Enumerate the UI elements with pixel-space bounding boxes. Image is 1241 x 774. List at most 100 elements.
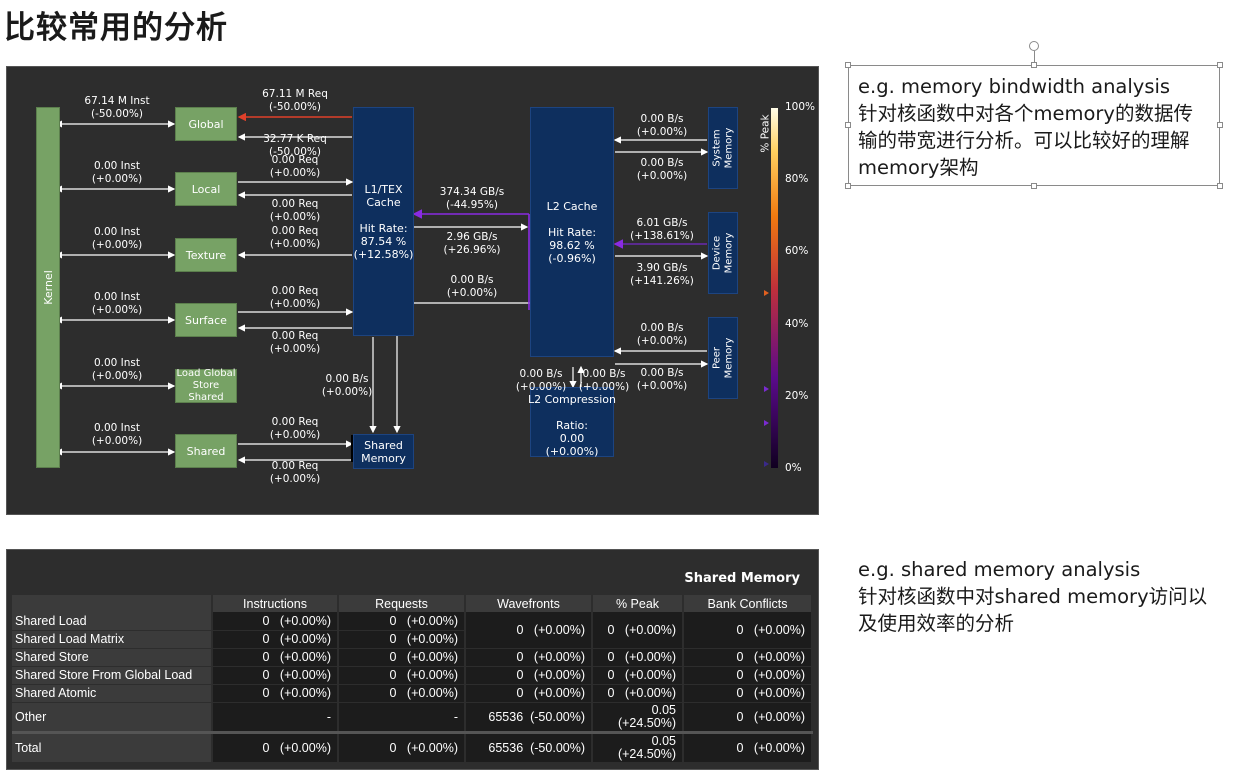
cell-bank-conflicts: 0 (+0.00%): [683, 666, 813, 685]
req-local-store-label: 0.00 Req (+0.00%): [269, 198, 321, 223]
cell-requests: 0 (+0.00%): [338, 684, 466, 703]
peer-memory-label: Peer Memory: [711, 337, 735, 379]
row-label: Shared Load: [12, 612, 213, 631]
l2-cache-label: L2 Cache Hit Rate: 98.62 % (-0.96%): [546, 199, 598, 265]
inst-shared-label: 0.00 Inst (+0.00%): [91, 422, 143, 447]
device-memory-label: Device Memory: [711, 232, 735, 274]
cell-bank-conflicts: 0 (+0.00%): [683, 612, 813, 649]
cell-bank-conflicts: 0 (+0.00%): [683, 648, 813, 667]
header-wavefronts[interactable]: Wavefronts: [465, 595, 593, 612]
unit-texture-label: Texture: [185, 248, 227, 262]
slide-title: 比较常用的分析: [4, 10, 228, 46]
resize-handle-bl[interactable]: [845, 183, 851, 189]
cell-instructions: 0 (+0.00%): [212, 666, 339, 685]
header-instructions[interactable]: Instructions: [212, 595, 339, 612]
req-local-load-label: 0.00 Req (+0.00%): [269, 154, 321, 179]
l2-compression[interactable]: L2 Compression Ratio: 0.00 (+0.00%): [528, 387, 616, 458]
resize-handle-mr[interactable]: [1217, 122, 1223, 128]
table-row: Shared Store 0 (+0.00%) 0 (+0.00%) 0 (+0…: [12, 648, 813, 667]
device-memory[interactable]: Device Memory: [708, 212, 738, 294]
header-bank-conflicts[interactable]: Bank Conflicts: [683, 595, 813, 612]
req-surface-store-label: 0.00 Req (+0.00%): [269, 330, 321, 355]
l2-cache[interactable]: L2 Cache Hit Rate: 98.62 % (-0.96%): [530, 107, 614, 357]
table-row: Shared Load 0 (+0.00%) 0 (+0.00%) 0 (+0.…: [12, 612, 813, 649]
row-label: Shared Atomic: [12, 684, 213, 703]
cell-requests: 0 (+0.00%): [338, 630, 466, 649]
resize-handle-br[interactable]: [1217, 183, 1223, 189]
inst-global-label: 67.14 M Inst (-50.00%): [84, 95, 150, 120]
cell-peak: 0 (+0.00%): [592, 666, 684, 685]
l2-compression-label: L2 Compression Ratio: 0.00 (+0.00%): [528, 393, 616, 458]
unit-local[interactable]: Local: [175, 172, 237, 206]
cell-requests: 0 (+0.00%): [338, 730, 466, 763]
shared-memory-label: Shared Memory: [361, 438, 406, 465]
cell-instructions: 0 (+0.00%): [212, 630, 339, 649]
cell-peak: 0 (+0.00%): [592, 684, 684, 703]
cell-requests: -: [338, 702, 466, 733]
peer-memory[interactable]: Peer Memory: [708, 317, 738, 399]
cell-peak: 0 (+0.00%): [592, 648, 684, 667]
cell-requests: 0 (+0.00%): [338, 648, 466, 667]
rotate-handle-icon[interactable]: [1029, 41, 1039, 51]
resize-handle-bc[interactable]: [1031, 183, 1037, 189]
resize-handle-tc[interactable]: [1031, 62, 1037, 68]
table-title: Shared Memory: [684, 571, 800, 586]
req-global-load-label: 67.11 M Req (-50.00%): [262, 88, 328, 113]
cell-requests: 0 (+0.00%): [338, 666, 466, 685]
note-shared-memory: e.g. shared memory analysis 针对核函数中对share…: [858, 558, 1208, 635]
l1-tex-cache[interactable]: L1/TEX Cache Hit Rate: 87.54 % (+12.58%): [353, 107, 414, 336]
inst-surface-label: 0.00 Inst (+0.00%): [91, 291, 143, 316]
cell-peak: 0.05 (+24.50%): [592, 730, 684, 763]
cell-instructions: -: [212, 702, 339, 733]
shared-memory-block[interactable]: Shared Memory: [353, 434, 414, 469]
bw-l1-to-l2-label: 2.96 GB/s (+26.96%): [443, 231, 501, 256]
system-memory[interactable]: System Memory: [708, 107, 738, 189]
bw-device-load-label: 6.01 GB/s (+138.61%): [630, 217, 694, 242]
cell-instructions: 0 (+0.00%): [212, 730, 339, 763]
inst-ldgsts-label: 0.00 Inst (+0.00%): [91, 357, 143, 382]
memory-workload-chart: Kernel Global Local Texture Surface Load…: [6, 66, 819, 515]
cell-bank-conflicts: 0 (+0.00%): [683, 702, 813, 733]
scale-tick-100: 100%: [785, 101, 816, 113]
bw-device-store-label: 3.90 GB/s (+141.26%): [630, 262, 694, 287]
bw-compression-in-label: 0.00 B/s (+0.00%): [515, 368, 567, 393]
scale-title: % Peak: [759, 114, 772, 153]
cell-wavefronts: 0 (+0.00%): [465, 648, 593, 667]
scale-tick-20: 20%: [785, 390, 809, 402]
note-memory-bandwidth[interactable]: e.g. memory bindwidth analysis 针对核函数中对各个…: [858, 73, 1210, 181]
cell-wavefronts: 0 (+0.00%): [465, 684, 593, 703]
cell-wavefronts: 0 (+0.00%): [465, 612, 593, 649]
resize-handle-tr[interactable]: [1217, 62, 1223, 68]
inst-local-label: 0.00 Inst (+0.00%): [91, 160, 143, 185]
unit-shared-label: Shared: [186, 444, 226, 458]
cell-wavefronts: 65536 (-50.00%): [465, 730, 593, 763]
row-label: Shared Store: [12, 648, 213, 667]
resize-handle-ml[interactable]: [845, 122, 851, 128]
cell-peak: 0 (+0.00%): [592, 612, 684, 649]
unit-texture[interactable]: Texture: [175, 238, 237, 272]
bw-compression-out-label: 0.00 B/s (+0.00%): [578, 368, 630, 393]
bw-system-store-label: 0.00 B/s (+0.00%): [636, 157, 688, 182]
row-label: Shared Store From Global Load: [12, 666, 213, 685]
scale-tick-80: 80%: [785, 173, 809, 185]
bw-l1-l2-atomic-label: 0.00 B/s (+0.00%): [446, 274, 498, 299]
header-requests[interactable]: Requests: [338, 595, 466, 612]
bw-l1-shared-label: 0.00 B/s (+0.00%): [321, 373, 373, 398]
req-shared-load-label: 0.00 Req (+0.00%): [269, 416, 321, 441]
scale-tick-60: 60%: [785, 245, 809, 257]
unit-local-label: Local: [191, 182, 221, 196]
resize-handle-tl[interactable]: [845, 62, 851, 68]
unit-surface[interactable]: Surface: [175, 303, 237, 337]
unit-load-global-store-shared[interactable]: Load Global Store Shared: [175, 368, 237, 403]
unit-global[interactable]: Global: [175, 107, 237, 141]
unit-ldgsts-label: Load Global Store Shared: [176, 368, 236, 403]
table-row-total: Total 0 (+0.00%) 0 (+0.00%) 65536 (-50.0…: [12, 730, 813, 763]
unit-shared[interactable]: Shared: [175, 434, 237, 468]
kernel-block[interactable]: Kernel: [36, 107, 60, 468]
header-peak[interactable]: % Peak: [592, 595, 684, 612]
shared-memory-table: Instructions Requests Wavefronts % Peak …: [12, 595, 813, 763]
cell-instructions: 0 (+0.00%): [212, 612, 339, 631]
shared-memory-table-panel: Shared Memory Instructions Requests Wave…: [6, 549, 819, 770]
req-texture-label: 0.00 Req (+0.00%): [269, 225, 321, 250]
row-label: Shared Load Matrix: [12, 630, 213, 649]
